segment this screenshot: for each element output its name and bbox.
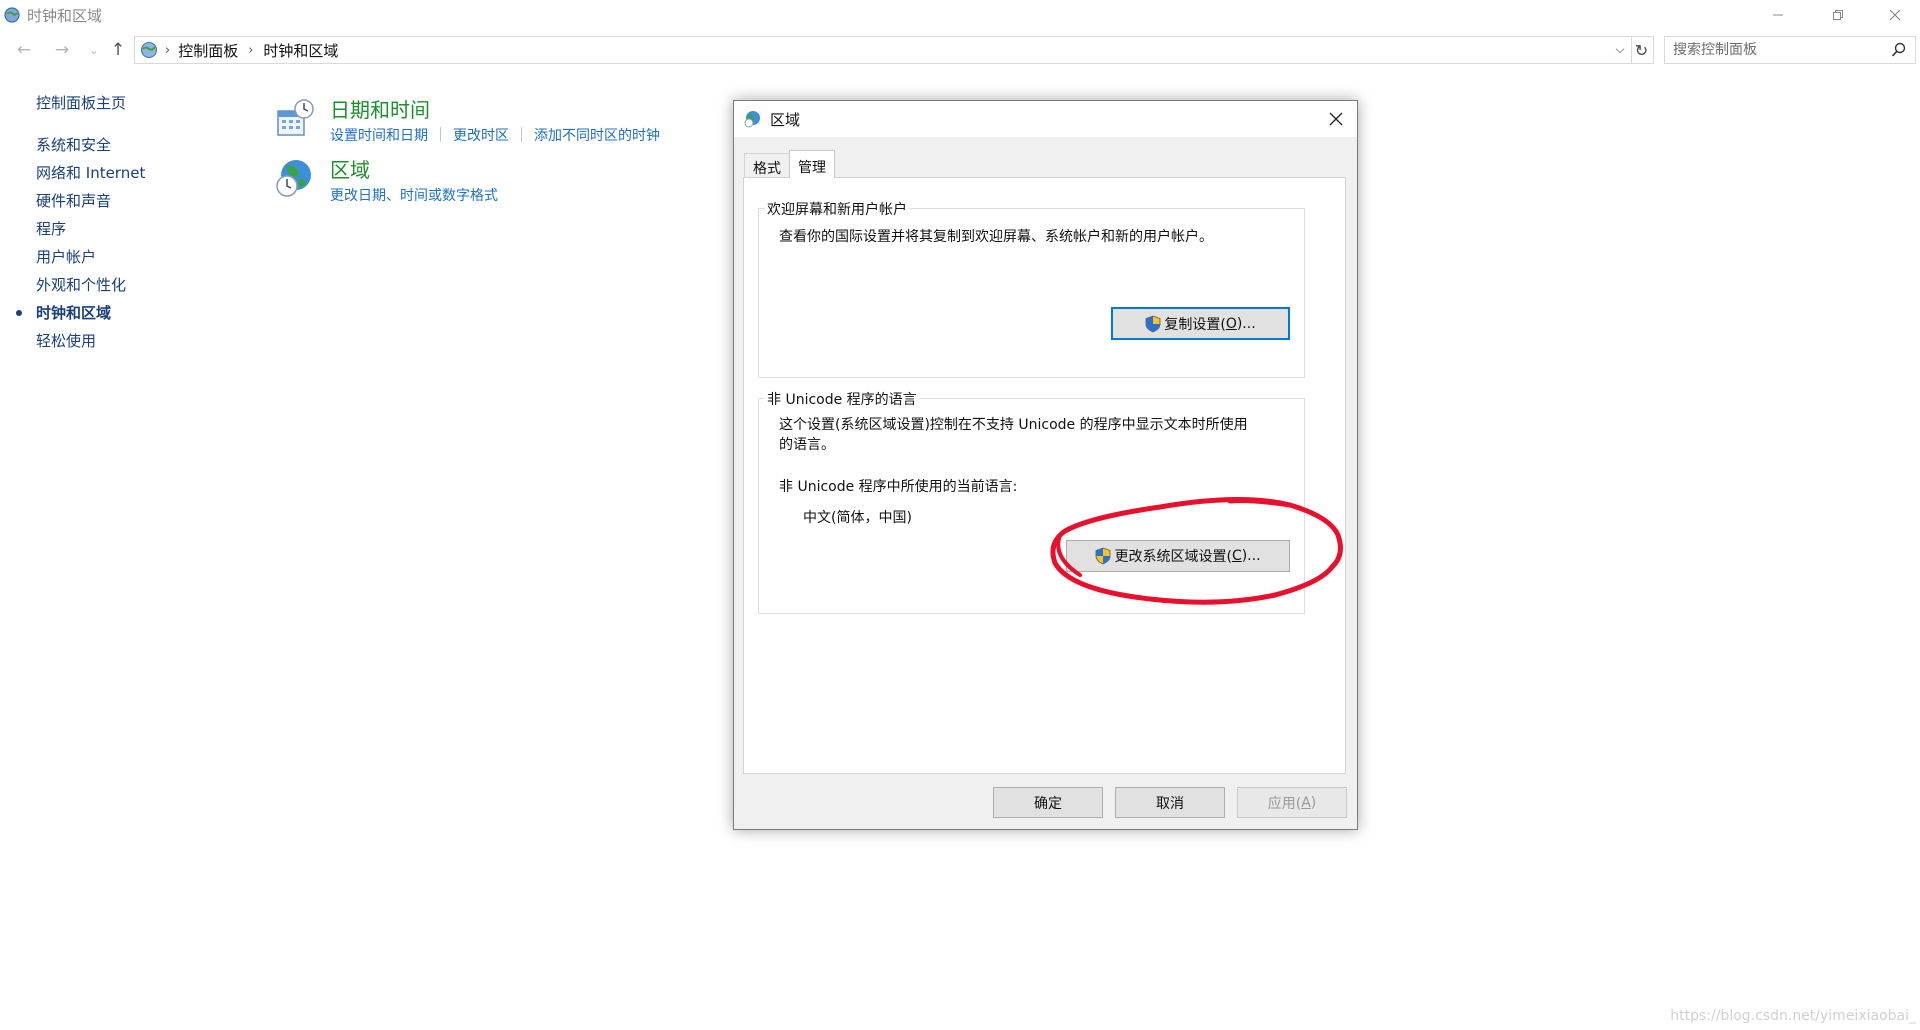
link-divider bbox=[521, 127, 522, 142]
dialog-tabs: 格式 管理 bbox=[744, 149, 835, 178]
back-arrow-icon: ← bbox=[16, 40, 32, 60]
current-language-value: 中文(简体，中国) bbox=[803, 510, 912, 526]
sidebar-item-network-internet[interactable]: 网络和 Internet bbox=[36, 159, 145, 187]
search-box[interactable] bbox=[1664, 36, 1916, 64]
back-button[interactable]: ← bbox=[12, 38, 36, 62]
region-dialog: 区域 格式 管理 欢迎屏幕和新用户帐户 查看你的国际设置并将其复制到欢迎屏幕、系… bbox=[733, 100, 1358, 830]
tab-administrative[interactable]: 管理 bbox=[789, 150, 835, 178]
navigation-bar: ← → ⌄ ↑ › 控制面板 › 时钟和区域 ⌵ ↻ bbox=[0, 36, 1920, 64]
sidebar-item-hardware-sound[interactable]: 硬件和声音 bbox=[36, 187, 145, 215]
search-input[interactable] bbox=[1673, 42, 1883, 58]
control-panel-icon bbox=[141, 42, 157, 58]
sidebar-item-clock-region[interactable]: 时钟和区域 bbox=[36, 299, 145, 327]
copy-settings-label: 复制设置( bbox=[1164, 316, 1226, 333]
add-clocks-link[interactable]: 添加不同时区的时钟 bbox=[534, 128, 660, 144]
welcome-group-legend: 欢迎屏幕和新用户帐户 bbox=[765, 199, 909, 219]
calendar-clock-icon bbox=[277, 99, 314, 136]
apply-tail: ) bbox=[1310, 794, 1317, 811]
recent-locations-button[interactable]: ⌄ bbox=[82, 38, 106, 62]
address-dropdown-button[interactable]: ⌵ bbox=[1610, 38, 1630, 60]
restore-icon bbox=[1833, 10, 1843, 20]
apply-label: 应用( bbox=[1267, 795, 1302, 812]
category-region: 区域 更改日期、时间或数字格式 bbox=[274, 157, 498, 205]
change-formats-link[interactable]: 更改日期、时间或数字格式 bbox=[330, 188, 498, 204]
title-bar: 时钟和区域 bbox=[0, 0, 1920, 30]
region-heading[interactable]: 区域 bbox=[330, 157, 498, 183]
apply-button[interactable]: 应用(A) bbox=[1237, 787, 1347, 818]
apply-accel: A bbox=[1301, 794, 1311, 811]
category-datetime: 日期和时间 设置时间和日期 更改时区 添加不同时区的时钟 bbox=[274, 97, 660, 145]
refresh-button[interactable]: ↻ bbox=[1630, 36, 1654, 64]
sidebar-home-link[interactable]: 控制面板主页 bbox=[36, 92, 145, 113]
breadcrumb-separator-icon: › bbox=[165, 42, 171, 58]
dialog-title: 区域 bbox=[770, 110, 801, 129]
non-unicode-description-line1: 这个设置(系统区域设置)控制在不支持 Unicode 的程序中显示文本时所使用 bbox=[779, 417, 1248, 433]
copy-settings-tail: )... bbox=[1236, 315, 1256, 332]
address-bar[interactable]: › 控制面板 › 时钟和区域 bbox=[134, 36, 1632, 64]
up-button[interactable]: ↑ bbox=[106, 38, 130, 62]
minimize-button[interactable] bbox=[1755, 0, 1801, 30]
datetime-heading[interactable]: 日期和时间 bbox=[330, 97, 660, 123]
chevron-down-icon: ⌄ bbox=[89, 43, 99, 57]
sidebar-item-appearance[interactable]: 外观和个性化 bbox=[36, 271, 145, 299]
breadcrumb-clock-region[interactable]: 时钟和区域 bbox=[263, 40, 338, 61]
window-title: 时钟和区域 bbox=[27, 6, 103, 25]
cancel-button[interactable]: 取消 bbox=[1115, 787, 1225, 818]
sidebar-item-ease-of-access[interactable]: 轻松使用 bbox=[36, 327, 145, 355]
change-timezone-link[interactable]: 更改时区 bbox=[453, 128, 509, 144]
active-bullet-icon bbox=[16, 310, 22, 316]
dialog-close-button[interactable] bbox=[1321, 105, 1351, 133]
close-icon bbox=[1889, 9, 1901, 21]
sidebar-item-system-security[interactable]: 系统和安全 bbox=[36, 131, 145, 159]
minimize-icon bbox=[1773, 14, 1783, 16]
set-time-date-link[interactable]: 设置时间和日期 bbox=[330, 128, 428, 144]
welcome-screen-group: 欢迎屏幕和新用户帐户 查看你的国际设置并将其复制到欢迎屏幕、系统帐户和新的用户帐… bbox=[758, 199, 1305, 378]
close-icon bbox=[1329, 112, 1343, 126]
restore-button[interactable] bbox=[1815, 0, 1861, 30]
breadcrumb-separator-icon: › bbox=[248, 42, 254, 58]
sidebar-item-programs[interactable]: 程序 bbox=[36, 215, 145, 243]
tab-panel: 欢迎屏幕和新用户帐户 查看你的国际设置并将其复制到欢迎屏幕、系统帐户和新的用户帐… bbox=[743, 177, 1346, 774]
dialog-title-bar: 区域 bbox=[734, 101, 1357, 137]
globe-clock-icon bbox=[276, 160, 311, 197]
non-unicode-description-line2: 的语言。 bbox=[779, 437, 835, 453]
breadcrumb-control-panel[interactable]: 控制面板 bbox=[178, 40, 238, 61]
sidebar-item-user-accounts[interactable]: 用户帐户 bbox=[36, 243, 145, 271]
ok-label: 确定 bbox=[1034, 795, 1062, 812]
cancel-label: 取消 bbox=[1156, 795, 1184, 812]
tab-formats[interactable]: 格式 bbox=[744, 153, 790, 177]
copy-settings-button[interactable]: 复制设置(O)... bbox=[1111, 307, 1290, 340]
link-divider bbox=[440, 127, 441, 142]
welcome-group-description: 查看你的国际设置并将其复制到欢迎屏幕、系统帐户和新的用户帐户。 bbox=[779, 229, 1213, 245]
red-annotation-circle bbox=[1050, 497, 1343, 605]
forward-button[interactable]: → bbox=[50, 38, 74, 62]
watermark-text: https://blog.csdn.net/yimeixiaobai_ bbox=[1670, 1008, 1916, 1024]
control-panel-icon bbox=[4, 7, 20, 23]
up-arrow-icon: ↑ bbox=[110, 40, 126, 60]
current-language-label: 非 Unicode 程序中所使用的当前语言: bbox=[779, 479, 1018, 495]
sidebar: 控制面板主页 系统和安全 网络和 Internet 硬件和声音 程序 用户帐户 … bbox=[16, 92, 145, 355]
uac-shield-icon bbox=[1145, 315, 1161, 332]
ok-button[interactable]: 确定 bbox=[993, 787, 1103, 818]
copy-settings-accel: O bbox=[1225, 315, 1237, 332]
globe-icon bbox=[744, 111, 760, 128]
non-unicode-group-legend: 非 Unicode 程序的语言 bbox=[765, 389, 919, 409]
chevron-down-icon: ⌵ bbox=[1615, 41, 1625, 56]
search-icon[interactable] bbox=[1891, 41, 1907, 59]
forward-arrow-icon: → bbox=[54, 40, 70, 60]
refresh-icon: ↻ bbox=[1634, 40, 1649, 60]
close-button[interactable] bbox=[1872, 0, 1918, 30]
